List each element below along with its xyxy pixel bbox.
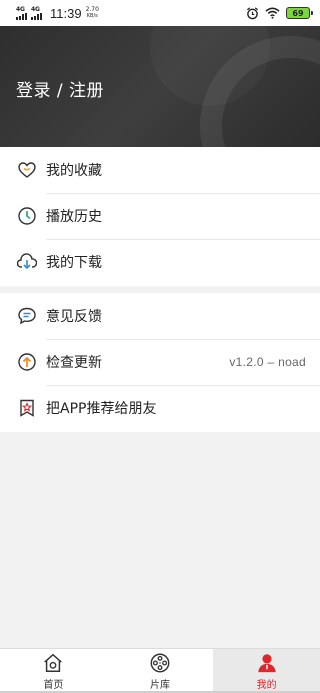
share-star-icon — [20, 399, 34, 417]
tab-library[interactable]: 片库 — [106, 649, 214, 693]
tab-label: 我的 — [256, 679, 277, 691]
menu-item-share-app[interactable]: 把APP推荐给朋友 — [0, 385, 320, 431]
clock-time: 11:39 — [50, 5, 82, 21]
menu-label: 播放历史 — [46, 209, 102, 225]
menu-item-downloads[interactable]: 我的下载 — [0, 239, 320, 285]
login-register-link[interactable]: 登录 / 注册 — [16, 76, 104, 101]
menu-label: 把APP推荐给朋友 — [46, 401, 157, 417]
message-icon — [18, 307, 36, 325]
menu-label: 我的下载 — [46, 255, 102, 271]
profile-header: 登录 / 注册 — [0, 26, 320, 147]
status-bar: 4G 4G 11:39 2.70 KB/s 69 — [0, 0, 320, 26]
user-icon — [257, 653, 276, 672]
tab-label: 首页 — [43, 679, 64, 691]
status-right: 69 — [246, 6, 313, 20]
menu-item-history[interactable]: 播放历史 — [0, 193, 320, 239]
menu-item-favorites[interactable]: 我的收藏 — [0, 147, 320, 193]
tab-home[interactable]: 首页 — [0, 649, 107, 693]
battery-level: 69 — [292, 8, 304, 18]
menu-label: 我的收藏 — [46, 163, 102, 179]
signal-bars-icon — [16, 12, 27, 20]
status-left: 4G 4G 11:39 2.70 KB/s — [16, 6, 99, 21]
battery-icon: 69 — [286, 7, 313, 19]
menu-group-app: 意见反馈 检查更新 v1.2.0 – noad 把APP推荐给朋友 — [0, 293, 320, 432]
home-icon — [44, 653, 63, 672]
heart-icon — [18, 162, 36, 178]
menu-label: 检查更新 — [46, 355, 102, 371]
speed-unit: KB/s — [86, 13, 98, 19]
signal-1: 4G — [16, 6, 27, 20]
film-reel-icon — [150, 653, 170, 672]
upgrade-icon — [18, 353, 36, 371]
alarm-icon — [246, 6, 259, 19]
wifi-icon — [265, 7, 280, 19]
menu-group-library: 我的收藏 播放历史 我的下载 — [0, 147, 320, 286]
app-version: v1.2.0 – noad — [229, 355, 306, 369]
menu-item-check-update[interactable]: 检查更新 v1.2.0 – noad — [0, 339, 320, 385]
download-icon — [17, 253, 37, 270]
bottom-tab-bar: 首页 片库 我的 — [0, 648, 320, 693]
menu-label: 意见反馈 — [46, 309, 102, 325]
signal-bars-icon — [31, 12, 42, 20]
signal-2: 4G — [31, 6, 42, 20]
menu-item-feedback[interactable]: 意见反馈 — [0, 293, 320, 339]
network-speed: 2.70 KB/s — [86, 7, 99, 20]
tab-mine[interactable]: 我的 — [213, 649, 320, 693]
clock-icon — [18, 207, 36, 225]
tab-label: 片库 — [150, 679, 170, 691]
